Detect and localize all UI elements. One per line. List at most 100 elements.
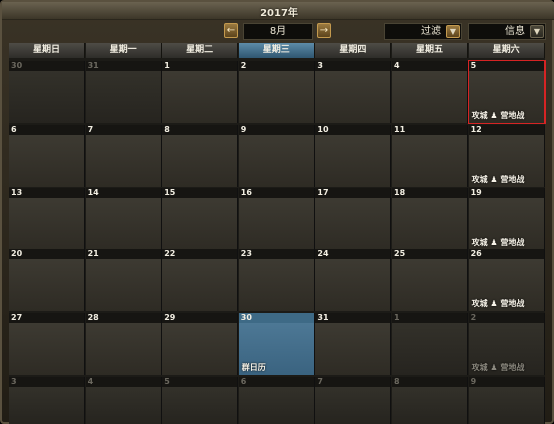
day-number: 5 (470, 61, 477, 70)
calendar-day-cell[interactable]: 4 (392, 61, 468, 123)
day-number: 14 (87, 188, 99, 197)
calendar-day-cell[interactable]: 8 (392, 377, 468, 424)
calendar-day-cell[interactable]: 11 (392, 125, 468, 187)
calendar-day-cell[interactable]: 22 (162, 249, 239, 311)
calendar-day-cell[interactable]: 9 (238, 125, 315, 187)
calendar-day-cell[interactable]: 3 (315, 61, 392, 123)
day-number-strip: 6 (9, 125, 84, 135)
arrow-left-icon: ← (226, 25, 236, 36)
calendar-day-cell[interactable]: 17 (315, 188, 392, 250)
calendar-day-cell[interactable]: 5 (162, 377, 239, 424)
calendar-day-cell[interactable]: 18 (392, 188, 468, 250)
calendar-day-cell[interactable]: 15 (162, 188, 239, 250)
day-body (468, 387, 544, 424)
prev-month-button[interactable]: ← (224, 23, 238, 38)
calendar-day-cell[interactable]: 27 (9, 313, 85, 375)
month-display: 8月 (243, 23, 313, 40)
calendar-day-cell[interactable]: 16 (238, 188, 315, 250)
day-number: 11 (394, 125, 406, 134)
day-number: 6 (11, 125, 17, 134)
calendar-day-cell[interactable]: 13 (9, 188, 85, 250)
calendar-day-cell[interactable]: 6 (238, 377, 315, 424)
day-body (238, 135, 314, 187)
calendar-day-cell[interactable]: 29 (162, 313, 239, 375)
day-number: 7 (317, 377, 323, 386)
calendar-day-cell[interactable]: 12 攻城 ♟ 营地战 (468, 125, 545, 187)
event-label[interactable]: 攻城 ♟ 营地战 (472, 298, 525, 309)
day-number-strip: 2 (468, 313, 544, 323)
calendar-day-cell[interactable]: 28 (85, 313, 162, 375)
weekday-header-cell: 星期五 (392, 43, 468, 58)
day-body (238, 387, 314, 424)
day-number-strip: 10 (315, 125, 391, 135)
calendar-day-cell[interactable]: 2 (238, 61, 315, 123)
event-label[interactable]: 群日历 (242, 362, 266, 373)
calendar-day-cell[interactable]: 5 攻城 ♟ 营地战 (467, 60, 546, 124)
calendar-day-cell[interactable]: 23 (238, 249, 315, 311)
filter-dropdown[interactable]: 过滤 ▼ (384, 23, 462, 40)
calendar-day-cell[interactable]: 7 (315, 377, 392, 424)
day-body (9, 387, 84, 424)
day-body (392, 259, 467, 311)
day-number-strip: 28 (85, 313, 161, 323)
info-dropdown[interactable]: 信息 ▼ (468, 23, 546, 40)
calendar-day-cell[interactable]: 2 攻城 ♟ 营地战 (468, 313, 545, 375)
next-month-button[interactable]: → (317, 23, 331, 38)
day-body (9, 259, 84, 311)
day-number: 18 (394, 188, 406, 197)
calendar-day-cell[interactable]: 21 (85, 249, 162, 311)
day-number-strip: 26 (468, 249, 544, 259)
day-number: 10 (317, 125, 329, 134)
day-body (85, 259, 161, 311)
calendar-day-cell[interactable]: 4 (85, 377, 162, 424)
day-number-strip: 11 (392, 125, 467, 135)
day-number-strip: 20 (9, 249, 84, 259)
day-number: 7 (87, 125, 94, 134)
day-body (392, 323, 467, 375)
day-number-strip: 13 (9, 188, 84, 198)
event-label[interactable]: 攻城 ♟ 营地战 (472, 362, 525, 373)
calendar-day-cell[interactable]: 25 (392, 249, 468, 311)
calendar-day-cell[interactable]: 20 (9, 249, 85, 311)
calendar-day-cell[interactable]: 31 (85, 61, 162, 123)
calendar-day-cell[interactable]: 8 (162, 125, 239, 187)
calendar-day-cell[interactable]: 26 攻城 ♟ 营地战 (468, 249, 545, 311)
day-number-strip: 3 (9, 377, 84, 387)
calendar-day-cell[interactable]: 6 (9, 125, 85, 187)
weekday-header-cell: 星期四 (315, 43, 392, 58)
calendar-day-cell[interactable]: 1 (162, 61, 239, 123)
calendar-day-cell[interactable]: 3 (9, 377, 85, 424)
day-number: 2 (240, 61, 247, 70)
calendar-day-cell[interactable]: 7 (85, 125, 162, 187)
calendar-day-cell[interactable]: 24 (315, 249, 392, 311)
calendar-day-cell[interactable]: 9 (468, 377, 545, 424)
day-number: 27 (11, 313, 23, 322)
day-body (392, 71, 467, 123)
calendar-day-cell[interactable]: 30 (9, 61, 85, 123)
calendar-day-cell[interactable]: 19 攻城 ♟ 营地战 (468, 188, 545, 250)
day-number: 9 (470, 377, 477, 386)
day-body (162, 387, 238, 424)
weekday-header-cell: 星期一 (85, 43, 162, 58)
day-number-strip: 14 (85, 188, 161, 198)
event-label[interactable]: 攻城 ♟ 营地战 (472, 174, 525, 185)
event-label[interactable]: 攻城 ♟ 营地战 (472, 237, 525, 248)
day-number-strip: 5 (468, 61, 544, 71)
event-label[interactable]: 攻城 ♟ 营地战 (472, 110, 525, 121)
calendar-day-cell[interactable]: 1 (392, 313, 468, 375)
day-number: 21 (87, 249, 99, 258)
info-label: 信息 (505, 26, 525, 37)
calendar-day-cell[interactable]: 30 群日历 (238, 313, 315, 375)
day-number-strip: 18 (392, 188, 467, 198)
calendar-day-cell[interactable]: 10 (315, 125, 392, 187)
day-body (85, 387, 161, 424)
day-body (315, 387, 391, 424)
day-number-strip: 4 (392, 61, 467, 71)
calendar-day-cell[interactable]: 31 (315, 313, 392, 375)
day-number: 30 (240, 313, 252, 322)
day-number: 3 (11, 377, 17, 386)
day-body (9, 198, 84, 250)
day-body (238, 71, 314, 123)
day-number-strip: 1 (162, 61, 238, 71)
calendar-day-cell[interactable]: 14 (85, 188, 162, 250)
